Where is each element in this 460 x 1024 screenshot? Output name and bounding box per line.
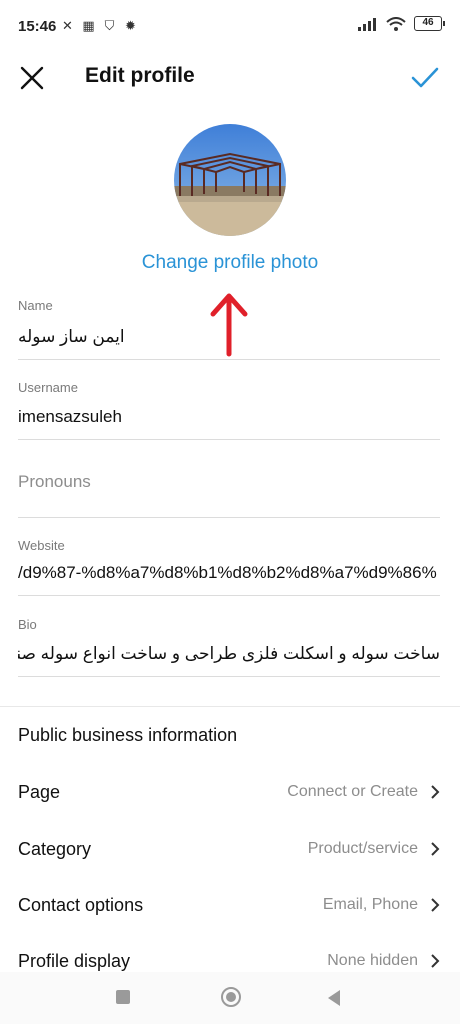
muted-notification-icon: ✕	[62, 18, 73, 33]
row-label: Profile display	[18, 950, 131, 971]
avatar[interactable]	[174, 124, 286, 236]
sim-icon: ▦	[82, 18, 95, 33]
shield-icon: ⛉	[104, 18, 115, 33]
name-field[interactable]: Name ایمن ساز سوله	[18, 298, 440, 360]
pronouns-placeholder[interactable]: Pronouns	[18, 472, 440, 492]
row-value: Email, Phone	[322, 896, 418, 913]
close-icon[interactable]	[18, 64, 46, 92]
username-value[interactable]: imensazsuleh	[18, 407, 440, 427]
back-icon[interactable]	[328, 990, 340, 1006]
chevron-right-icon	[431, 842, 440, 856]
row-page[interactable]: Page Connect or Create	[18, 772, 440, 812]
username-label: Username	[18, 380, 78, 395]
status-time: 15:46	[18, 18, 57, 35]
row-value: Connect or Create	[287, 783, 418, 800]
row-contact-options[interactable]: Contact options Email, Phone	[18, 885, 440, 925]
business-section-title: Public business information	[18, 725, 238, 745]
gear-icon: ✹	[125, 18, 136, 33]
wifi-icon	[386, 16, 406, 31]
bio-value[interactable]: ساخت سوله و اسکلت فلزی طراحی و ساخت انوا…	[18, 644, 440, 664]
app-header: Edit profile	[0, 56, 460, 100]
username-field[interactable]: Username imensazsuleh	[18, 380, 440, 440]
chevron-right-icon	[431, 954, 440, 968]
home-icon[interactable]	[221, 987, 241, 1007]
check-icon[interactable]	[410, 64, 440, 92]
system-nav-bar	[0, 972, 460, 1024]
bio-field[interactable]: Bio ساخت سوله و اسکلت فلزی طراحی و ساخت …	[18, 617, 440, 677]
chevron-right-icon	[431, 898, 440, 912]
row-label: Page	[18, 781, 61, 802]
name-value[interactable]: ایمن ساز سوله	[18, 327, 440, 347]
website-label: Website	[18, 538, 65, 553]
signal-icon	[358, 17, 376, 31]
chevron-right-icon	[431, 785, 440, 799]
row-category[interactable]: Category Product/service	[18, 829, 440, 869]
status-bar: 15:46 ✕ ▦ ⛉ ✹ 46	[0, 0, 460, 56]
profile-photo	[174, 124, 286, 236]
website-value[interactable]: %d9%87-%d8%a7%d8%b1%d8%b2%d8%a7%d9%86/	[18, 563, 440, 583]
name-label: Name	[18, 298, 53, 313]
row-value: Product/service	[307, 840, 418, 857]
row-label: Contact options	[18, 894, 144, 915]
row-value: None hidden	[327, 952, 418, 969]
change-profile-photo-link[interactable]: Change profile photo	[0, 252, 460, 274]
page-title: Edit profile	[85, 64, 195, 87]
battery-icon: 46	[414, 16, 445, 31]
website-field[interactable]: Website %d9%87-%d8%a7%d8%b1%d8%b2%d8%a7%…	[18, 538, 440, 596]
pronouns-field[interactable]: Pronouns	[18, 472, 440, 518]
recents-icon[interactable]	[116, 990, 130, 1004]
bio-label: Bio	[18, 617, 37, 632]
row-label: Category	[18, 838, 92, 859]
section-divider	[0, 706, 460, 707]
